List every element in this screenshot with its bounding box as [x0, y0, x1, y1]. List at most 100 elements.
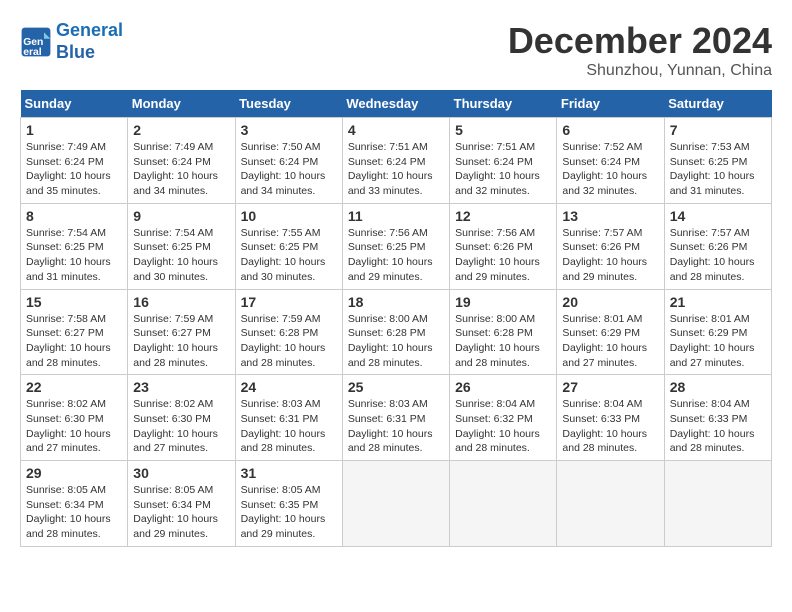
day-info: Sunrise: 8:01 AM Sunset: 6:29 PM Dayligh…	[670, 312, 766, 371]
day-number: 10	[241, 208, 337, 224]
weekday-header-monday: Monday	[128, 90, 235, 118]
week-row-2: 8 Sunrise: 7:54 AM Sunset: 6:25 PM Daylig…	[21, 203, 772, 289]
day-number: 24	[241, 379, 337, 395]
day-info: Sunrise: 7:54 AM Sunset: 6:25 PM Dayligh…	[26, 226, 122, 285]
day-number: 9	[133, 208, 229, 224]
calendar-cell: 22 Sunrise: 8:02 AM Sunset: 6:30 PM Dayli…	[21, 375, 128, 461]
day-info: Sunrise: 7:59 AM Sunset: 6:28 PM Dayligh…	[241, 312, 337, 371]
day-number: 8	[26, 208, 122, 224]
day-info: Sunrise: 7:56 AM Sunset: 6:25 PM Dayligh…	[348, 226, 444, 285]
day-number: 28	[670, 379, 766, 395]
day-info: Sunrise: 8:05 AM Sunset: 6:34 PM Dayligh…	[26, 483, 122, 542]
calendar-cell	[342, 461, 449, 547]
weekday-header-sunday: Sunday	[21, 90, 128, 118]
calendar-cell: 31 Sunrise: 8:05 AM Sunset: 6:35 PM Dayli…	[235, 461, 342, 547]
calendar-cell: 7 Sunrise: 7:53 AM Sunset: 6:25 PM Daylig…	[664, 118, 771, 204]
day-info: Sunrise: 8:01 AM Sunset: 6:29 PM Dayligh…	[562, 312, 658, 371]
calendar-cell: 29 Sunrise: 8:05 AM Sunset: 6:34 PM Dayli…	[21, 461, 128, 547]
logo: Gen eral General Blue	[20, 20, 123, 63]
weekday-header-row: SundayMondayTuesdayWednesdayThursdayFrid…	[21, 90, 772, 118]
title-area: December 2024 Shunzhou, Yunnan, China	[508, 20, 772, 80]
day-number: 12	[455, 208, 551, 224]
day-number: 13	[562, 208, 658, 224]
calendar-cell: 25 Sunrise: 8:03 AM Sunset: 6:31 PM Dayli…	[342, 375, 449, 461]
day-number: 29	[26, 465, 122, 481]
header: Gen eral General Blue December 2024 Shun…	[20, 20, 772, 80]
calendar-table: SundayMondayTuesdayWednesdayThursdayFrid…	[20, 90, 772, 547]
day-info: Sunrise: 8:05 AM Sunset: 6:35 PM Dayligh…	[241, 483, 337, 542]
weekday-header-friday: Friday	[557, 90, 664, 118]
weekday-header-saturday: Saturday	[664, 90, 771, 118]
day-number: 5	[455, 122, 551, 138]
day-number: 22	[26, 379, 122, 395]
day-info: Sunrise: 8:02 AM Sunset: 6:30 PM Dayligh…	[26, 397, 122, 456]
calendar-cell: 23 Sunrise: 8:02 AM Sunset: 6:30 PM Dayli…	[128, 375, 235, 461]
location-subtitle: Shunzhou, Yunnan, China	[508, 62, 772, 80]
calendar-cell: 18Sunrise: 8:00 AM Sunset: 6:28 PM Dayli…	[342, 289, 449, 375]
day-info: Sunrise: 7:54 AM Sunset: 6:25 PM Dayligh…	[133, 226, 229, 285]
calendar-cell: 14 Sunrise: 7:57 AM Sunset: 6:26 PM Dayli…	[664, 203, 771, 289]
calendar-cell: 5 Sunrise: 7:51 AM Sunset: 6:24 PM Daylig…	[450, 118, 557, 204]
calendar-cell: 1 Sunrise: 7:49 AM Sunset: 6:24 PM Daylig…	[21, 118, 128, 204]
day-number: 11	[348, 208, 444, 224]
day-number: 6	[562, 122, 658, 138]
svg-text:eral: eral	[23, 46, 42, 57]
day-info: Sunrise: 7:58 AM Sunset: 6:27 PM Dayligh…	[26, 312, 122, 371]
calendar-cell: 3Sunrise: 7:50 AM Sunset: 6:24 PM Daylig…	[235, 118, 342, 204]
day-number: 15	[26, 294, 122, 310]
day-number: 7	[670, 122, 766, 138]
day-info: Sunrise: 8:02 AM Sunset: 6:30 PM Dayligh…	[133, 397, 229, 456]
calendar-cell: 28 Sunrise: 8:04 AM Sunset: 6:33 PM Dayli…	[664, 375, 771, 461]
calendar-cell	[450, 461, 557, 547]
day-info: Sunrise: 8:00 AM Sunset: 6:28 PM Dayligh…	[455, 312, 551, 371]
calendar-cell: 10 Sunrise: 7:55 AM Sunset: 6:25 PM Dayli…	[235, 203, 342, 289]
day-number: 17	[241, 294, 337, 310]
weekday-header-wednesday: Wednesday	[342, 90, 449, 118]
calendar-cell: 4 Sunrise: 7:51 AM Sunset: 6:24 PM Daylig…	[342, 118, 449, 204]
day-info: Sunrise: 7:53 AM Sunset: 6:25 PM Dayligh…	[670, 140, 766, 199]
day-info: Sunrise: 7:56 AM Sunset: 6:26 PM Dayligh…	[455, 226, 551, 285]
day-number: 26	[455, 379, 551, 395]
logo-name: General Blue	[56, 20, 123, 63]
day-number: 25	[348, 379, 444, 395]
calendar-cell: 12 Sunrise: 7:56 AM Sunset: 6:26 PM Dayli…	[450, 203, 557, 289]
calendar-cell: 26 Sunrise: 8:04 AM Sunset: 6:32 PM Dayli…	[450, 375, 557, 461]
calendar-cell: 19 Sunrise: 8:00 AM Sunset: 6:28 PM Dayli…	[450, 289, 557, 375]
day-info: Sunrise: 8:04 AM Sunset: 6:33 PM Dayligh…	[670, 397, 766, 456]
calendar-cell: 13 Sunrise: 7:57 AM Sunset: 6:26 PM Dayli…	[557, 203, 664, 289]
week-row-3: 15 Sunrise: 7:58 AM Sunset: 6:27 PM Dayli…	[21, 289, 772, 375]
calendar-cell: 30Sunrise: 8:05 AM Sunset: 6:34 PM Dayli…	[128, 461, 235, 547]
day-number: 20	[562, 294, 658, 310]
calendar-cell: 6Sunrise: 7:52 AM Sunset: 6:24 PM Daylig…	[557, 118, 664, 204]
day-info: Sunrise: 8:04 AM Sunset: 6:33 PM Dayligh…	[562, 397, 658, 456]
weekday-header-thursday: Thursday	[450, 90, 557, 118]
week-row-4: 22 Sunrise: 8:02 AM Sunset: 6:30 PM Dayli…	[21, 375, 772, 461]
day-info: Sunrise: 7:57 AM Sunset: 6:26 PM Dayligh…	[562, 226, 658, 285]
calendar-cell	[664, 461, 771, 547]
day-number: 27	[562, 379, 658, 395]
weekday-header-tuesday: Tuesday	[235, 90, 342, 118]
calendar-cell: 27 Sunrise: 8:04 AM Sunset: 6:33 PM Dayli…	[557, 375, 664, 461]
day-number: 1	[26, 122, 122, 138]
week-row-1: 1 Sunrise: 7:49 AM Sunset: 6:24 PM Daylig…	[21, 118, 772, 204]
day-info: Sunrise: 8:05 AM Sunset: 6:34 PM Dayligh…	[133, 483, 229, 542]
day-info: Sunrise: 7:57 AM Sunset: 6:26 PM Dayligh…	[670, 226, 766, 285]
calendar-cell: 15 Sunrise: 7:58 AM Sunset: 6:27 PM Dayli…	[21, 289, 128, 375]
calendar-cell: 16Sunrise: 7:59 AM Sunset: 6:27 PM Dayli…	[128, 289, 235, 375]
day-info: Sunrise: 8:03 AM Sunset: 6:31 PM Dayligh…	[348, 397, 444, 456]
day-info: Sunrise: 7:55 AM Sunset: 6:25 PM Dayligh…	[241, 226, 337, 285]
day-number: 21	[670, 294, 766, 310]
calendar-cell: 8 Sunrise: 7:54 AM Sunset: 6:25 PM Daylig…	[21, 203, 128, 289]
day-number: 23	[133, 379, 229, 395]
day-info: Sunrise: 7:51 AM Sunset: 6:24 PM Dayligh…	[348, 140, 444, 199]
day-info: Sunrise: 8:04 AM Sunset: 6:32 PM Dayligh…	[455, 397, 551, 456]
day-number: 31	[241, 465, 337, 481]
calendar-cell: 11 Sunrise: 7:56 AM Sunset: 6:25 PM Dayli…	[342, 203, 449, 289]
day-number: 19	[455, 294, 551, 310]
day-number: 14	[670, 208, 766, 224]
calendar-cell	[557, 461, 664, 547]
day-info: Sunrise: 7:51 AM Sunset: 6:24 PM Dayligh…	[455, 140, 551, 199]
day-number: 4	[348, 122, 444, 138]
day-info: Sunrise: 7:49 AM Sunset: 6:24 PM Dayligh…	[26, 140, 122, 199]
calendar-cell: 2Sunrise: 7:49 AM Sunset: 6:24 PM Daylig…	[128, 118, 235, 204]
